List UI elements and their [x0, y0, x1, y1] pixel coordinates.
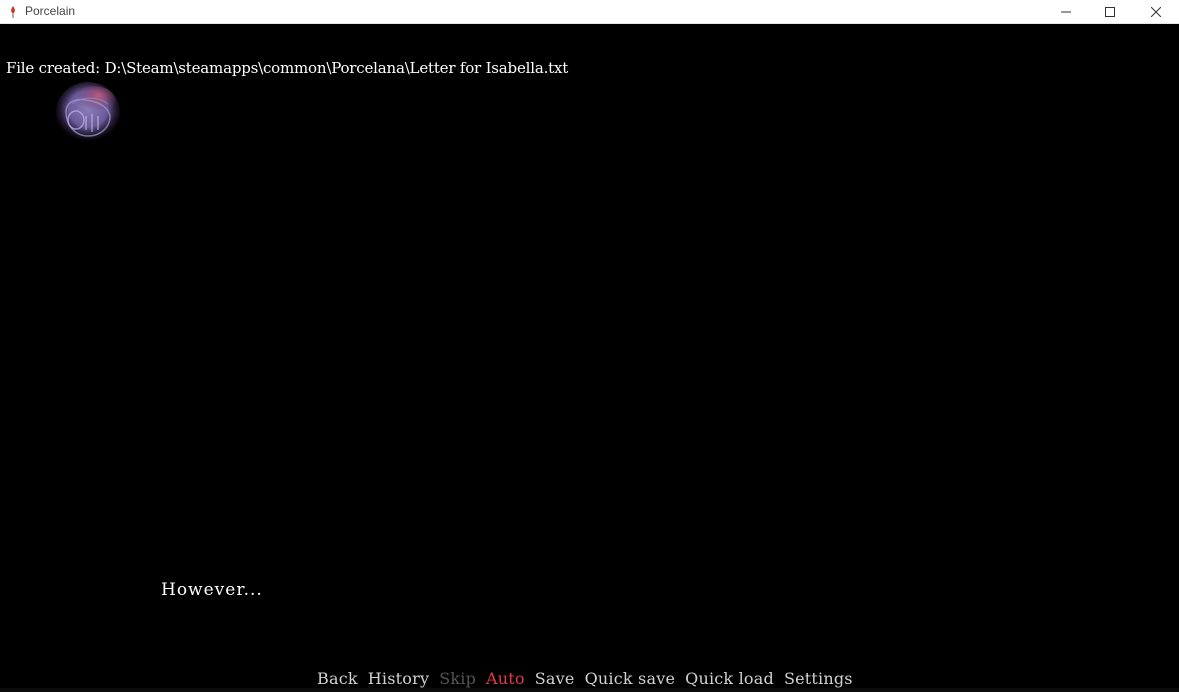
game-screen[interactable]: File created: D:\Steam\steamapps\common\…: [0, 24, 1179, 692]
quick-menu-quick-load-button[interactable]: Quick load: [685, 669, 774, 688]
quick-menu-history-button[interactable]: History: [368, 669, 429, 688]
file-created-notification: File created: D:\Steam\steamapps\common\…: [6, 59, 569, 77]
quick-menu-save-button[interactable]: Save: [535, 669, 575, 688]
minimize-button[interactable]: [1043, 0, 1089, 24]
dialogue-text[interactable]: However...: [161, 580, 263, 600]
window-titlebar[interactable]: Porcelain: [0, 0, 1179, 24]
app-icon: [11, 6, 15, 18]
window-title: Porcelain: [25, 4, 76, 18]
close-icon: [1151, 7, 1161, 17]
quick-menu-auto-button[interactable]: Auto: [486, 669, 525, 688]
maximize-icon: [1105, 7, 1115, 17]
quick-menu-back-button[interactable]: Back: [317, 669, 358, 688]
maximize-button[interactable]: [1087, 0, 1133, 24]
quick-menu-quick-save-button[interactable]: Quick save: [585, 669, 676, 688]
close-button[interactable]: [1133, 0, 1179, 24]
minimize-icon: [1061, 11, 1071, 13]
quick-menu-settings-button[interactable]: Settings: [784, 669, 853, 688]
quick-menu-skip-button[interactable]: Skip: [439, 669, 476, 688]
character-sprite-icon: [56, 82, 120, 142]
quick-menu: Back History Skip Auto Save Quick save Quick l…: [317, 669, 863, 688]
bottom-edge: [0, 688, 1179, 692]
